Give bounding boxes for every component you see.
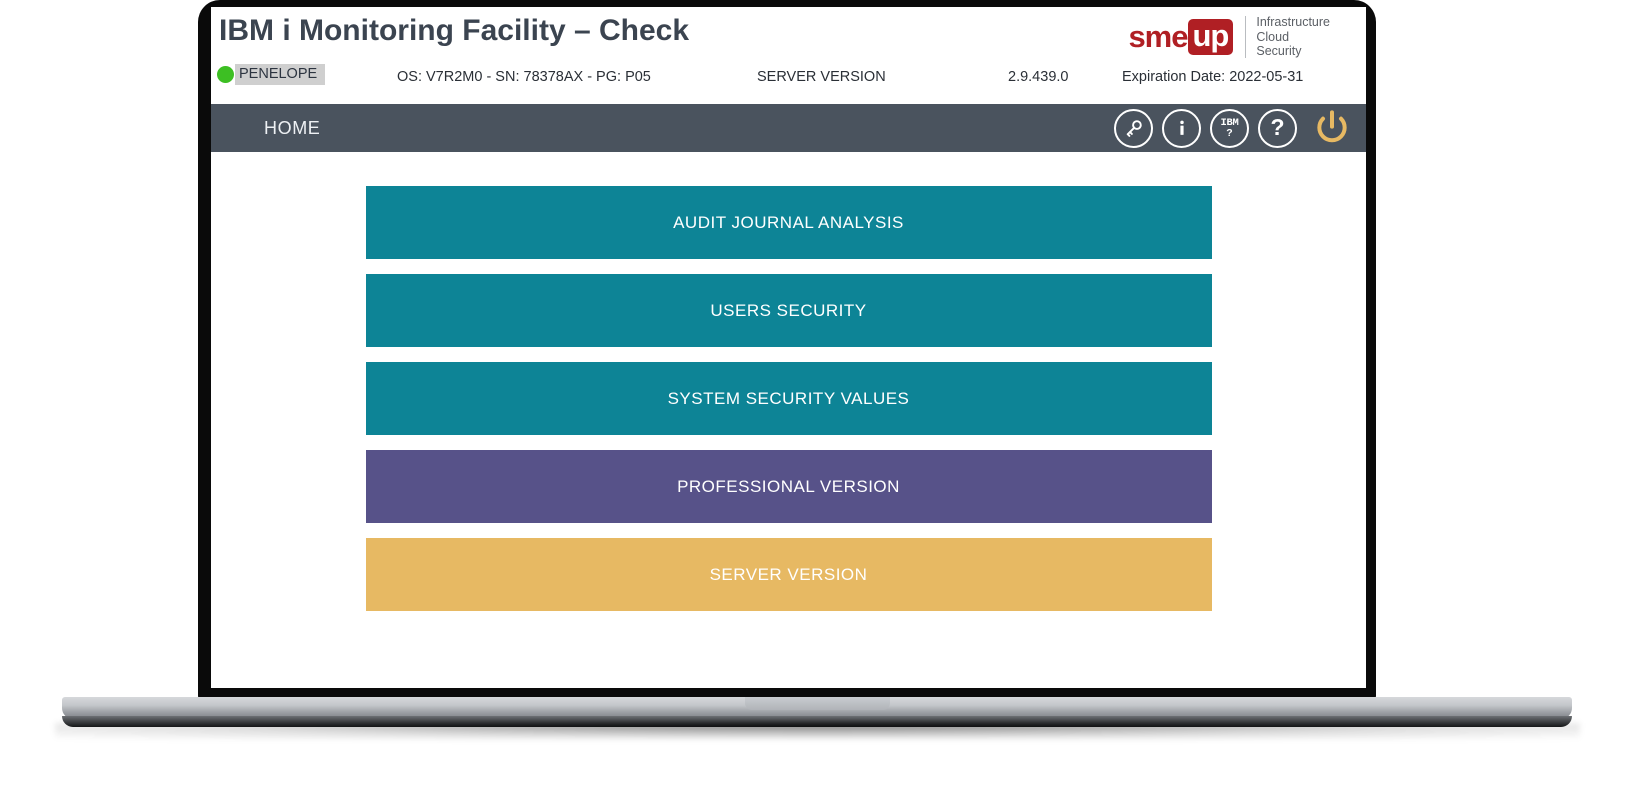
brand-logo: sme up Infrastructure Cloud Security xyxy=(1128,15,1330,59)
laptop-shadow xyxy=(55,723,1580,739)
nav-item-home[interactable]: HOME xyxy=(264,118,320,139)
brand-divider xyxy=(1245,15,1247,58)
navbar: HOME IBM ? ? xyxy=(211,104,1366,152)
ibm-help-icon-bottom-label: ? xyxy=(1226,127,1233,139)
status-dot-icon xyxy=(217,66,234,83)
server-version-label: SERVER VERSION xyxy=(757,69,886,85)
smeup-logo-icon: sme up xyxy=(1128,18,1234,55)
screen: IBM i Monitoring Facility – Check PENELO… xyxy=(211,7,1366,688)
key-icon[interactable] xyxy=(1114,108,1153,148)
brand-tagline-line-2: Cloud xyxy=(1256,29,1290,44)
menu-button-audit-journal-analysis[interactable]: AUDIT JOURNAL ANALYSIS xyxy=(365,186,1212,259)
expiration-date-label: Expiration Date: 2022-05-31 xyxy=(1122,69,1304,85)
navbar-actions: IBM ? ? xyxy=(1114,104,1354,152)
menu-button-system-security-values[interactable]: SYSTEM SECURITY VALUES xyxy=(365,362,1212,435)
menu-button-professional-version[interactable]: PROFESSIONAL VERSION xyxy=(365,450,1212,523)
brand-tagline-line-3: Security xyxy=(1256,44,1302,58)
help-icon[interactable]: ? xyxy=(1258,108,1297,148)
brand-name-right: up xyxy=(1188,18,1234,55)
menu-list: AUDIT JOURNAL ANALYSIS USERS SECURITY SY… xyxy=(365,186,1212,611)
ibm-help-icon[interactable]: IBM ? xyxy=(1210,108,1249,148)
info-icon[interactable] xyxy=(1162,108,1201,148)
power-icon[interactable] xyxy=(1310,106,1354,150)
brand-tagline-line-1: Infrastructure xyxy=(1256,15,1330,29)
os-info-label: OS: V7R2M0 - SN: 78378AX - PG: P05 xyxy=(397,69,651,85)
app-header: IBM i Monitoring Facility – Check PENELO… xyxy=(211,7,1366,104)
system-name-label: PENELOPE xyxy=(235,64,326,85)
laptop-mockup: IBM i Monitoring Facility – Check PENELO… xyxy=(0,0,1635,799)
status-badge: PENELOPE xyxy=(217,64,326,85)
brand-tagline: Infrastructure Cloud Security xyxy=(1256,15,1330,59)
laptop-base-notch xyxy=(745,697,890,710)
menu-button-users-security[interactable]: USERS SECURITY xyxy=(365,274,1212,347)
main-content: AUDIT JOURNAL ANALYSIS USERS SECURITY SY… xyxy=(211,152,1366,688)
help-icon-label: ? xyxy=(1270,114,1285,140)
server-version-value: 2.9.439.0 xyxy=(1008,69,1069,85)
brand-name-left: sme xyxy=(1128,18,1188,54)
menu-button-server-version[interactable]: SERVER VERSION xyxy=(365,538,1212,611)
page-title: IBM i Monitoring Facility – Check xyxy=(219,14,690,47)
